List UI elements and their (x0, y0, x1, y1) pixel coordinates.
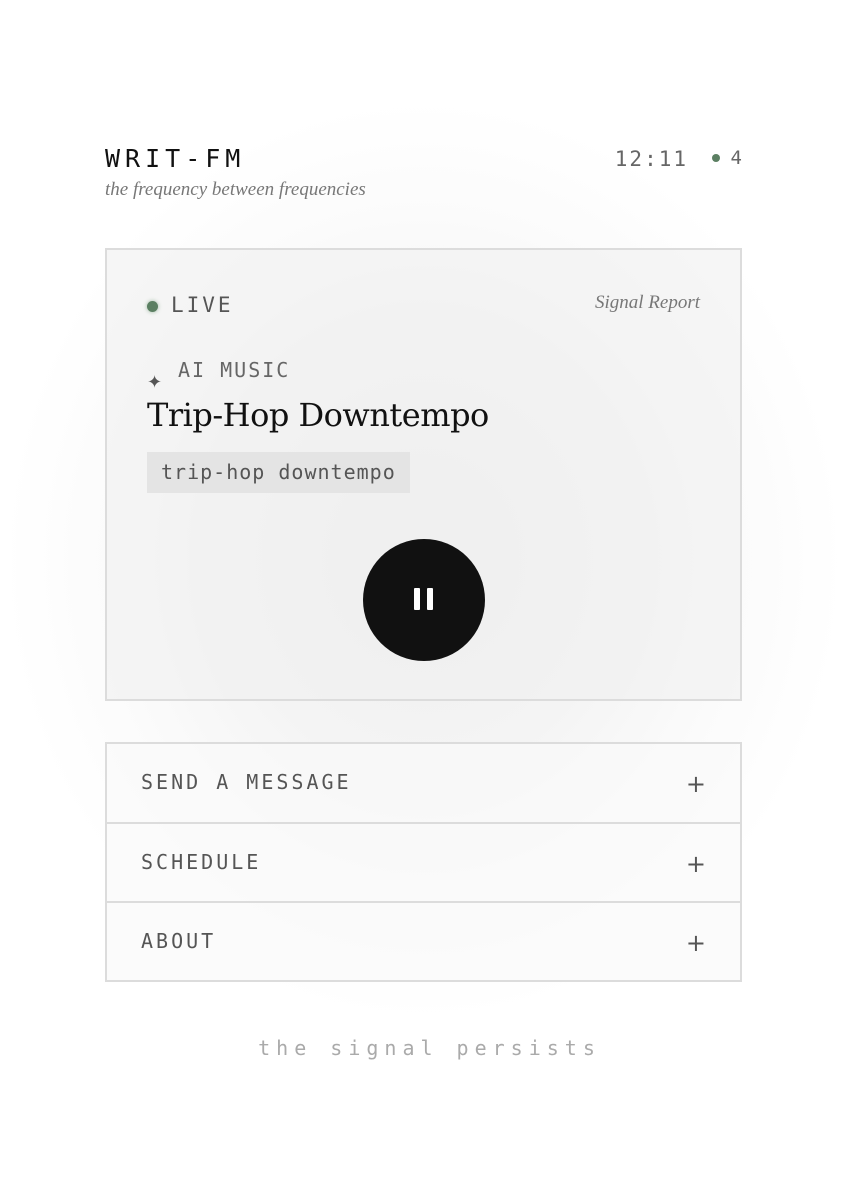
show-tag: trip-hop downtempo (147, 452, 410, 493)
accordion-label: ABOUT (141, 929, 217, 953)
station-brand: WRIT-FM (105, 144, 246, 173)
accordion-item-schedule[interactable]: SCHEDULE + (107, 822, 740, 901)
station-tagline: the frequency between frequencies (105, 179, 366, 200)
show-category: AI MUSIC (178, 358, 291, 382)
clock: 12:11 (614, 147, 688, 171)
plus-icon: + (685, 850, 706, 878)
plus-icon: + (685, 929, 706, 957)
footer-text: the signal persists (258, 1036, 601, 1060)
accordion-item-about[interactable]: ABOUT + (107, 901, 740, 980)
sparkle-icon: ✦ (147, 372, 163, 392)
live-indicator-dot (147, 301, 158, 312)
show-title: Trip-Hop Downtempo (147, 396, 489, 434)
pause-icon (414, 588, 434, 612)
pause-button[interactable] (363, 539, 485, 661)
plus-icon: + (685, 770, 706, 798)
accordion-label: SCHEDULE (141, 850, 262, 874)
accordion-menu: SEND A MESSAGE + SCHEDULE + ABOUT + (105, 742, 742, 982)
accordion-item-send-message[interactable]: SEND A MESSAGE + (107, 744, 740, 822)
listener-count: 4 (730, 147, 742, 169)
now-playing-card: LIVE Signal Report ✦ AI MUSIC Trip-Hop D… (105, 248, 742, 701)
accordion-label: SEND A MESSAGE (141, 770, 352, 794)
live-label: LIVE (171, 293, 234, 317)
header: WRIT-FM the frequency between frequencie… (105, 142, 742, 212)
listener-status-dot (712, 154, 720, 162)
signal-report-link[interactable]: Signal Report (595, 292, 700, 314)
